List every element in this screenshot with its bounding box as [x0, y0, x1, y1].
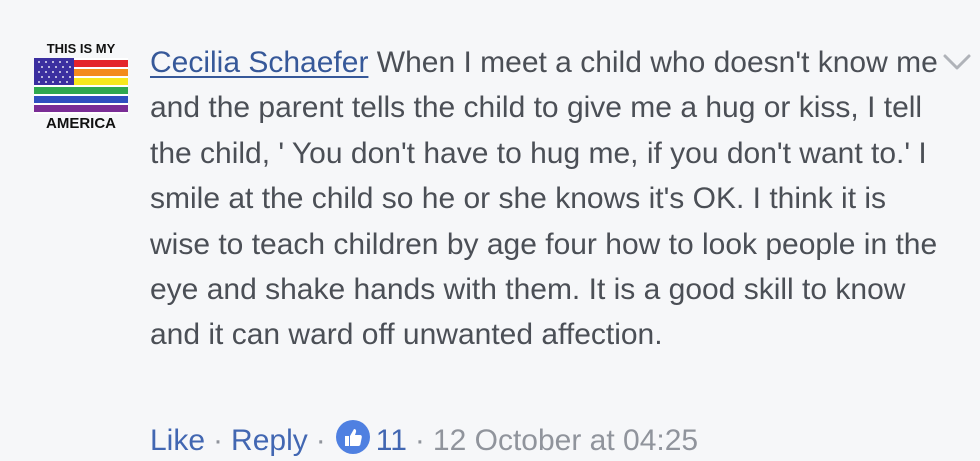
separator: · — [414, 424, 425, 457]
avatar[interactable]: THIS IS MY AMERICA — [34, 42, 128, 134]
avatar-bottom-text: AMERICA — [46, 115, 116, 132]
chevron-down-icon[interactable] — [942, 50, 972, 74]
thumbs-up-icon[interactable] — [335, 420, 370, 454]
avatar-top-text: THIS IS MY — [46, 41, 116, 56]
reaction-count[interactable]: 11 — [376, 424, 407, 457]
separator: · — [213, 424, 224, 457]
comment-text: When I meet a child who doesn't know me … — [150, 46, 938, 352]
separator: · — [315, 424, 326, 457]
timestamp[interactable]: 12 October at 04:25 — [433, 424, 698, 457]
comment-author-link[interactable]: Cecilia Schaefer — [150, 46, 368, 79]
reply-link[interactable]: Reply — [231, 424, 308, 457]
comment-body: Cecilia Schaefer When I meet a child who… — [150, 40, 950, 358]
flag-image — [34, 58, 128, 114]
like-link[interactable]: Like — [150, 424, 205, 457]
